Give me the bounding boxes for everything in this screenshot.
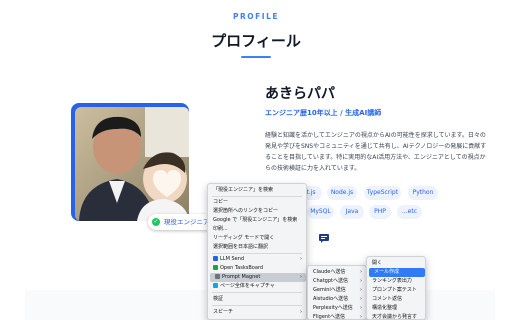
skill-tag: TypeScript [364, 186, 401, 200]
section-eyebrow: PROFILE [233, 12, 279, 21]
profile-name: あきらパパ [265, 86, 335, 102]
submenu-item-chatgpt[interactable]: Chatgptへ送信 › [308, 277, 366, 286]
submenu-item-compose-mail[interactable]: メール作成 [369, 268, 425, 277]
profile-role: エンジニア歴10年以上 / 生成AI講師 [265, 109, 382, 117]
menu-separator [212, 196, 302, 197]
context-menu: 「現役エンジニア」を検索 コピー 選択箇所へのリンクをコピー Google で「… [207, 183, 307, 320]
chevron-right-icon: › [360, 287, 362, 293]
menu-item-prompt-magnet[interactable]: Prompt Magnet › [210, 273, 306, 282]
menu-item-print[interactable]: 印刷... [208, 225, 306, 234]
menu-item-copy-link[interactable]: 選択箇所へのリンクをコピー [208, 207, 306, 216]
chevron-right-icon: › [360, 305, 362, 311]
verified-badge-label: 現役エンジニア [164, 218, 210, 226]
menu-item-copy[interactable]: コピー [208, 198, 306, 207]
menu-item-llm-send[interactable]: LLM Send › [208, 255, 306, 264]
verified-badge: ✓ 現役エンジニア [148, 214, 216, 230]
menu-separator [212, 253, 302, 254]
chevron-right-icon: › [300, 309, 302, 315]
submenu-item-structure[interactable]: 構造化整理 [367, 304, 425, 313]
chevron-right-icon: › [360, 278, 362, 284]
menu-separator [212, 292, 302, 293]
skill-tag: Java [340, 205, 364, 219]
skill-tag: PHP [369, 205, 391, 219]
check-icon: ✓ [152, 218, 160, 226]
skill-tag: Node.js [327, 186, 357, 200]
llm-submenu: Claudeへ送信 › Chatgptへ送信 › Geminiへ送信 › Aistud… [307, 265, 367, 320]
menu-item-google-search[interactable]: Google で「現役エンジニア」を検索 [208, 216, 306, 225]
chevron-right-icon: › [360, 314, 362, 320]
skill-tag: ...etc [397, 205, 422, 219]
submenu-item-claude[interactable]: Claudeへ送信 › [308, 268, 366, 277]
menu-item-capture-page[interactable]: ページ全体をキャプチャ [208, 282, 306, 291]
tasksboard-icon [213, 264, 218, 270]
submenu-item-open[interactable]: 開く [367, 259, 425, 268]
profile-photo-card [71, 103, 189, 221]
chevron-right-icon: › [360, 296, 362, 302]
menu-item-inspect[interactable]: 検証 [208, 295, 306, 304]
page-title: プロフィール [211, 32, 301, 50]
submenu-item-genius-meeting[interactable]: 天才会議から発言す [367, 313, 425, 320]
chevron-right-icon: › [300, 274, 302, 280]
title-underline [241, 56, 271, 58]
profile-photo-image [75, 107, 189, 221]
submenu-item-perplexity[interactable]: Perplexityへ送信 › [308, 304, 366, 313]
submenu-item-aistudio[interactable]: Aistudioへ送信 › [308, 295, 366, 304]
submenu-item-fligent[interactable]: Fligentへ送信 › [308, 313, 366, 320]
submenu-item-prompt-test[interactable]: プロンプト案テスト [367, 286, 425, 295]
submenu-item-comment-reply[interactable]: コメント返信 [367, 295, 425, 304]
menu-item-tasksboard[interactable]: Open TasksBoard [208, 264, 306, 273]
chat-icon[interactable] [319, 234, 329, 243]
submenu-item-gemini[interactable]: Geminiへ送信 › [308, 286, 366, 295]
chevron-right-icon: › [360, 269, 362, 275]
menu-separator [212, 305, 302, 306]
skill-tag: MySQL [307, 205, 334, 219]
submenu-item-ranking[interactable]: ランキング表出力 [367, 277, 425, 286]
menu-item-search-selection[interactable]: 「現役エンジニア」を検索 [208, 186, 306, 195]
menu-item-reading-mode[interactable]: リーディング モードで開く [208, 234, 306, 243]
llm-send-icon [213, 255, 218, 261]
chevron-right-icon: › [300, 256, 302, 262]
skill-tag: Python [408, 186, 438, 200]
profile-photo [75, 107, 189, 221]
actions-submenu: 開く メール作成 ランキング表出力 プロンプト案テスト コメント返信 構造化整理… [366, 256, 426, 320]
magnet-icon [215, 273, 220, 279]
capture-icon [213, 282, 218, 288]
profile-bio: 経験と知識を活かしてエンジニアの視点からAIの可能性を探求しています。日々の発見… [265, 132, 487, 172]
menu-item-speech[interactable]: スピーチ › [208, 308, 306, 317]
menu-item-translate[interactable]: 選択範囲を日本語に翻訳 [208, 243, 306, 252]
